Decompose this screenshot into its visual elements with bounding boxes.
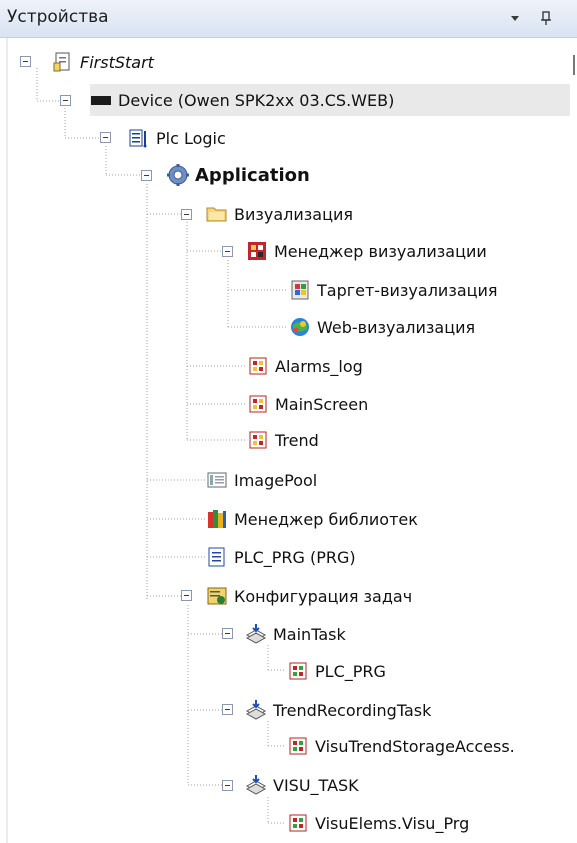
tree-item-target-visu[interactable]: Таргет-визуализация [289,274,498,306]
visualization-icon [247,393,269,415]
tree-item-imagepool[interactable]: ImagePool [206,464,317,496]
task-icon [245,774,267,796]
device-tree: FirstStart Device (Owen SPK2xx 03.CS.WEB… [0,0,577,843]
device-icon [90,89,112,111]
target-visu-icon [289,279,311,301]
collapse-toggle[interactable] [222,628,233,639]
tree-item-task-configuration[interactable]: Конфигурация задач [206,580,412,612]
tree-item-visutrendstorageaccess[interactable]: VisuTrendStorageAccess. [287,730,515,762]
collapse-toggle[interactable] [222,246,233,257]
image-pool-icon [206,469,228,491]
tree-item-plc-logic[interactable]: Plc Logic [128,122,226,154]
folder-icon [206,203,228,225]
plc-logic-icon [128,127,150,149]
visu-manager-icon [246,240,268,262]
task-icon [245,623,267,645]
collapse-toggle[interactable] [141,170,152,181]
collapse-toggle[interactable] [181,209,192,220]
tree-item-plc-prg-call[interactable]: PLC_PRG [287,655,386,687]
collapse-toggle[interactable] [222,780,233,791]
collapse-toggle[interactable] [222,704,233,715]
gear-icon [167,164,189,186]
tree-item-library-manager[interactable]: Менеджер библиотек [206,503,418,535]
tree-item-mainscreen[interactable]: MainScreen [247,388,368,420]
tree-item-web-visu[interactable]: Web-визуализация [289,311,475,343]
task-icon [245,699,267,721]
tree-item-visu-task[interactable]: VISU_TASK [245,769,359,801]
program-call-icon [287,812,309,834]
tree-item-visuelems-visu-prg[interactable]: VisuElems.Visu_Prg [287,807,469,839]
task-config-icon [206,585,228,607]
tree-item-trend[interactable]: Trend [247,424,319,456]
program-call-icon [287,735,309,757]
visualization-icon [247,429,269,451]
devices-panel: Устройства FirstStart Device (Owen SPK2x… [0,0,577,843]
tree-item-trendrecordingtask[interactable]: TrendRecordingTask [245,694,431,726]
web-visu-icon [289,316,311,338]
collapse-toggle[interactable] [20,56,31,67]
project-icon [52,51,74,73]
collapse-toggle[interactable] [100,132,111,143]
tree-item-visu-manager[interactable]: Менеджер визуализации [246,235,487,267]
tree-item-application[interactable]: Application [167,159,310,191]
tree-item-visualization-folder[interactable]: Визуализация [206,198,353,230]
collapse-toggle[interactable] [181,590,192,601]
collapse-toggle[interactable] [60,95,71,106]
tree-item-firststart[interactable]: FirstStart [52,46,154,78]
program-icon [206,546,228,568]
tree-item-alarms-log[interactable]: Alarms_log [247,350,363,382]
tree-item-plc-prg[interactable]: PLC_PRG (PRG) [206,541,356,573]
tree-item-device[interactable]: Device (Owen SPK2xx 03.CS.WEB) [90,84,570,116]
library-manager-icon [206,508,228,530]
visualization-icon [247,355,269,377]
program-call-icon [287,660,309,682]
tree-item-maintask[interactable]: MainTask [245,618,346,650]
